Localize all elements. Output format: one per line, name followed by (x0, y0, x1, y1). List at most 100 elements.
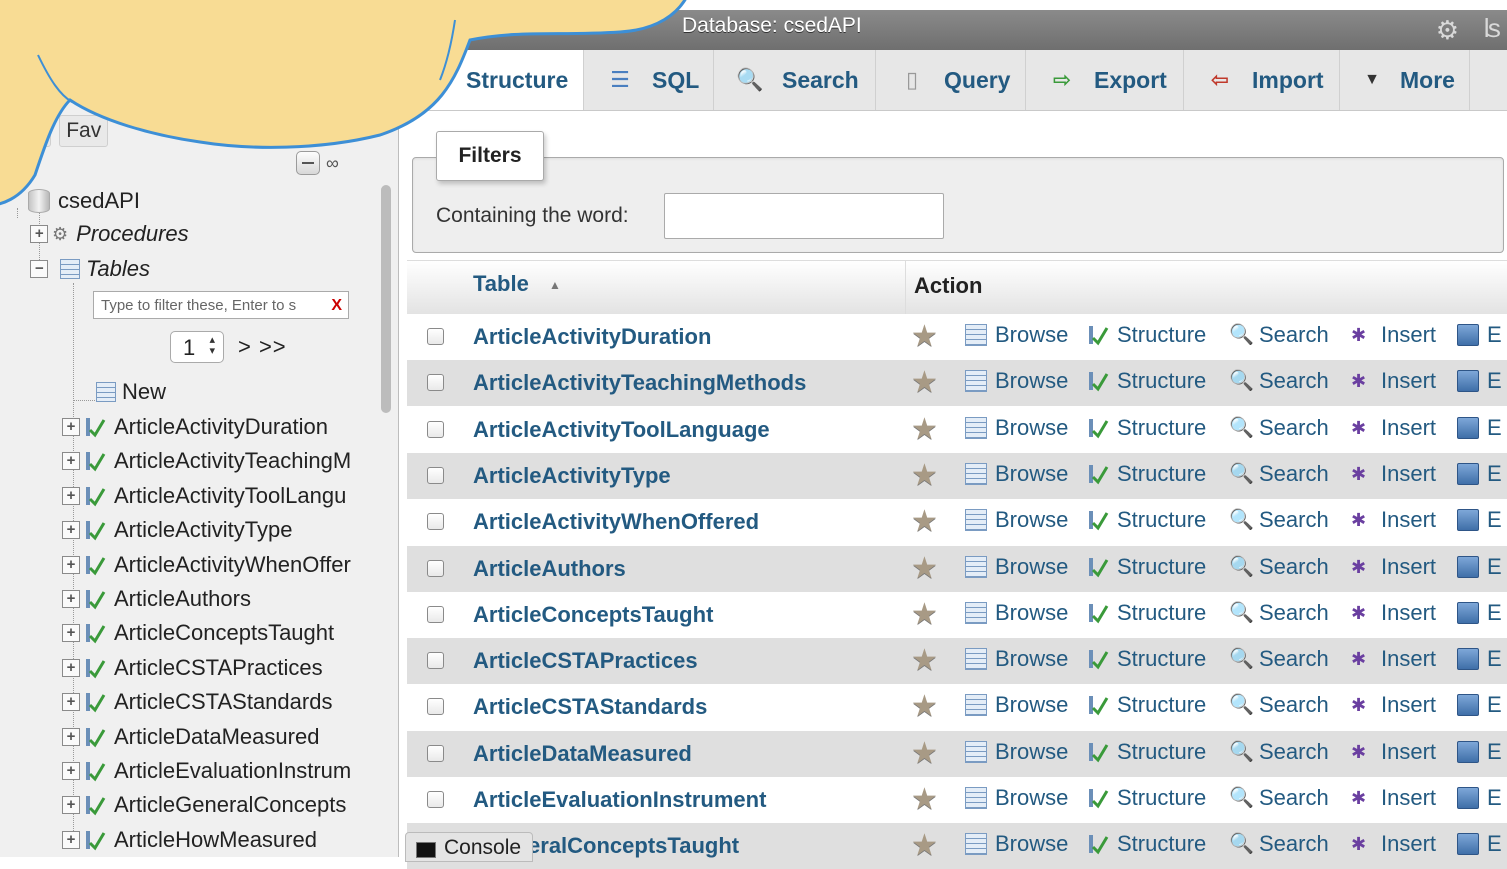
empty-link[interactable]: E (1457, 646, 1502, 672)
tree-tables[interactable]: − Tables (30, 252, 150, 286)
expand-icon[interactable]: + (62, 727, 80, 746)
search-link[interactable]: 🔍 Search (1229, 785, 1329, 811)
insert-link[interactable]: ✱ Insert (1351, 646, 1436, 672)
header-table[interactable]: Table ▲ (473, 271, 561, 297)
empty-link[interactable]: E (1457, 415, 1502, 441)
insert-link[interactable]: ✱ Insert (1351, 739, 1436, 765)
tab-sql[interactable]: ☰ SQL (584, 50, 714, 110)
tree-database[interactable]: csedAPI (28, 184, 140, 218)
favorite-star-icon[interactable]: ★ (911, 368, 938, 398)
tab-more[interactable]: ▼ More (1340, 50, 1470, 110)
favorite-star-icon[interactable]: ★ (911, 692, 938, 722)
gear-icon[interactable]: ⚙ (1436, 15, 1459, 46)
tab-export[interactable]: ⇨ Export (1026, 50, 1184, 110)
empty-link[interactable]: E (1457, 554, 1502, 580)
nav-filter-input[interactable]: Type to filter these, Enter to s X (93, 291, 349, 319)
browse-link[interactable]: Browse (965, 739, 1068, 765)
structure-link[interactable]: Structure (1087, 461, 1206, 487)
insert-link[interactable]: ✱ Insert (1351, 461, 1436, 487)
table-name-link[interactable]: ArticleConceptsTaught (473, 602, 713, 628)
structure-link[interactable]: Structure (1087, 646, 1206, 672)
browse-link[interactable]: Browse (965, 831, 1068, 857)
insert-link[interactable]: ✱ Insert (1351, 831, 1436, 857)
nav-table-item[interactable]: + ArticleCSTAPractices (62, 651, 323, 685)
structure-link[interactable]: Structure (1087, 322, 1206, 348)
search-link[interactable]: 🔍 Search (1229, 322, 1329, 348)
empty-link[interactable]: E (1457, 739, 1502, 765)
favorite-star-icon[interactable]: ★ (911, 599, 938, 630)
favorite-star-icon[interactable]: ★ (911, 785, 938, 815)
expand-icon[interactable]: + (62, 418, 80, 436)
table-name-link[interactable]: ArticleActivityDuration (473, 324, 711, 350)
structure-link[interactable]: Structure (1087, 507, 1206, 533)
structure-link[interactable]: Structure (1087, 415, 1206, 441)
expand-icon[interactable]: + (62, 693, 80, 712)
table-name-link[interactable]: ArticleActivityType (473, 463, 671, 489)
structure-link[interactable]: Structure (1087, 831, 1206, 857)
favorite-star-icon[interactable]: ★ (911, 553, 938, 584)
breadcrumb[interactable]: Database: csedAPI (682, 14, 862, 38)
empty-link[interactable]: E (1457, 600, 1502, 626)
insert-link[interactable]: ✱ Insert (1351, 600, 1436, 626)
structure-link[interactable]: Structure (1087, 785, 1206, 811)
browse-link[interactable]: Browse (965, 507, 1068, 533)
expand-icon[interactable]: + (30, 225, 48, 243)
expand-icon[interactable]: + (62, 624, 80, 643)
structure-link[interactable]: Structure (1087, 554, 1206, 580)
expand-icon[interactable]: + (62, 486, 80, 505)
row-checkbox[interactable] (427, 605, 444, 623)
table-name-link[interactable]: ArticleDataMeasured (473, 741, 692, 767)
expand-icon[interactable]: + (62, 796, 80, 815)
structure-link[interactable]: Structure (1087, 368, 1206, 394)
favorite-star-icon[interactable]: ★ (911, 507, 938, 537)
row-checkbox[interactable] (427, 791, 444, 808)
empty-link[interactable]: E (1457, 785, 1502, 811)
table-name-link[interactable]: ArticleActivityToolLanguage (473, 417, 770, 443)
browse-link[interactable]: Browse (965, 461, 1068, 487)
empty-link[interactable]: E (1457, 692, 1502, 718)
row-checkbox[interactable] (427, 698, 444, 716)
next-page-link[interactable]: > >> (238, 334, 287, 360)
insert-link[interactable]: ✱ Insert (1351, 554, 1436, 580)
row-checkbox[interactable] (427, 374, 444, 392)
expand-icon[interactable]: + (62, 762, 80, 780)
filter-word-input[interactable] (664, 193, 944, 239)
search-link[interactable]: 🔍 Search (1229, 739, 1329, 765)
search-link[interactable]: 🔍 Search (1229, 461, 1329, 487)
insert-link[interactable]: ✱ Insert (1351, 785, 1436, 811)
expand-icon[interactable]: + (62, 658, 80, 677)
link-with-main-icon[interactable]: ∞ (326, 153, 339, 174)
empty-link[interactable]: E (1457, 461, 1502, 487)
empty-link[interactable]: E (1457, 322, 1502, 348)
nav-table-item[interactable]: + ArticleDataMeasured (62, 720, 319, 754)
structure-link[interactable]: Structure (1087, 692, 1206, 718)
favorite-star-icon[interactable]: ★ (911, 414, 938, 445)
table-name-link[interactable]: ArticleCSTAStandards (473, 694, 707, 720)
tree-procedures[interactable]: + ⚙ Procedures (30, 217, 189, 251)
search-link[interactable]: 🔍 Search (1229, 415, 1329, 441)
row-checkbox[interactable] (427, 652, 444, 670)
nav-table-item[interactable]: + ArticleEvaluationInstrum (62, 754, 351, 788)
nav-table-item[interactable]: + ArticleAuthors (62, 582, 251, 616)
browse-link[interactable]: Browse (965, 646, 1068, 672)
table-name-link[interactable]: ArticleEvaluationInstrument (473, 787, 766, 813)
page-select[interactable]: 1 (170, 331, 224, 363)
nav-table-item[interactable]: + ArticleActivityWhenOffer (62, 548, 351, 582)
collapse-top-icon[interactable]: ʪ (1484, 13, 1501, 44)
nav-tab-favorites[interactable]: Fav (59, 115, 109, 147)
table-name-link[interactable]: ArticleActivityWhenOffered (473, 509, 759, 535)
favorite-star-icon[interactable]: ★ (911, 738, 938, 769)
browse-link[interactable]: Browse (965, 415, 1068, 441)
structure-link[interactable]: Structure (1087, 600, 1206, 626)
clear-filter-icon[interactable]: X (331, 292, 342, 318)
search-link[interactable]: 🔍 Search (1229, 646, 1329, 672)
row-checkbox[interactable] (427, 420, 444, 438)
insert-link[interactable]: ✱ Insert (1351, 507, 1436, 533)
search-link[interactable]: 🔍 Search (1229, 600, 1329, 626)
expand-icon[interactable]: + (62, 830, 80, 849)
browse-link[interactable]: Browse (965, 600, 1068, 626)
browse-link[interactable]: Browse (965, 692, 1068, 718)
insert-link[interactable]: ✱ Insert (1351, 322, 1436, 348)
nav-table-item[interactable]: + ArticleConceptsTaught (62, 616, 334, 650)
nav-table-item[interactable]: + ArticleActivityDuration (62, 410, 328, 444)
